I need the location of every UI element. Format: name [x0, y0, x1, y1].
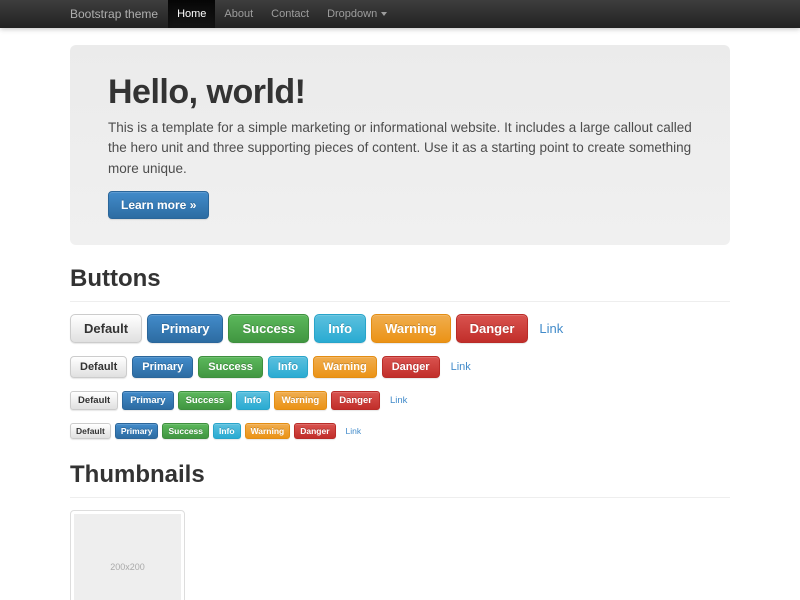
button-row-mini: Default Primary Success Info Warning Dan… — [70, 423, 730, 439]
link-button-mini[interactable]: Link — [340, 426, 362, 436]
warning-button-small[interactable]: Warning — [274, 391, 328, 410]
info-button-large[interactable]: Info — [314, 314, 366, 343]
warning-button[interactable]: Warning — [313, 356, 377, 378]
primary-button[interactable]: Primary — [132, 356, 193, 378]
success-button[interactable]: Success — [198, 356, 263, 378]
default-button[interactable]: Default — [70, 356, 127, 378]
success-button-small[interactable]: Success — [178, 391, 233, 410]
navbar-container: Bootstrap theme Home About Contact Dropd… — [70, 0, 730, 28]
danger-button-large[interactable]: Danger — [456, 314, 529, 343]
default-button-small[interactable]: Default — [70, 391, 118, 410]
warning-button-large[interactable]: Warning — [371, 314, 451, 343]
info-button-small[interactable]: Info — [236, 391, 269, 410]
button-row-large: Default Primary Success Info Warning Dan… — [70, 314, 730, 343]
link-button[interactable]: Link — [445, 361, 471, 373]
info-button[interactable]: Info — [268, 356, 308, 378]
thumbnail[interactable]: 200x200 — [70, 510, 185, 600]
hero-title: Hello, world! — [108, 73, 692, 112]
main-content: Hello, world! This is a template for a s… — [70, 45, 730, 600]
nav-item-about[interactable]: About — [215, 0, 262, 28]
thumbnails-heading: Thumbnails — [70, 461, 730, 489]
caret-down-icon — [381, 12, 387, 16]
link-button-large[interactable]: Link — [533, 321, 563, 336]
nav-item-home[interactable]: Home — [168, 0, 215, 28]
learn-more-button[interactable]: Learn more » — [108, 191, 209, 219]
hero-description: This is a template for a simple marketin… — [108, 118, 692, 179]
primary-button-large[interactable]: Primary — [147, 314, 223, 343]
danger-button[interactable]: Danger — [382, 356, 440, 378]
danger-button-mini[interactable]: Danger — [294, 423, 335, 439]
navbar: Bootstrap theme Home About Contact Dropd… — [0, 0, 800, 28]
thumbnail-placeholder-image: 200x200 — [74, 514, 181, 600]
primary-button-mini[interactable]: Primary — [115, 423, 159, 439]
button-row-default: Default Primary Success Info Warning Dan… — [70, 356, 730, 378]
hero-unit: Hello, world! This is a template for a s… — [70, 45, 730, 245]
default-button-mini[interactable]: Default — [70, 423, 111, 439]
warning-button-mini[interactable]: Warning — [245, 423, 291, 439]
link-button-small[interactable]: Link — [384, 395, 407, 406]
nav-item-dropdown[interactable]: Dropdown — [318, 0, 396, 28]
navbar-brand[interactable]: Bootstrap theme — [70, 0, 168, 28]
danger-button-small[interactable]: Danger — [331, 391, 380, 410]
thumbnails-section-header: Thumbnails — [70, 461, 730, 498]
buttons-heading: Buttons — [70, 265, 730, 293]
nav-item-dropdown-label: Dropdown — [327, 8, 377, 20]
success-button-mini[interactable]: Success — [162, 423, 209, 439]
success-button-large[interactable]: Success — [228, 314, 309, 343]
buttons-section-header: Buttons — [70, 265, 730, 302]
nav-item-contact[interactable]: Contact — [262, 0, 318, 28]
default-button-large[interactable]: Default — [70, 314, 142, 343]
info-button-mini[interactable]: Info — [213, 423, 241, 439]
primary-button-small[interactable]: Primary — [122, 391, 173, 410]
button-row-small: Default Primary Success Info Warning Dan… — [70, 391, 730, 410]
